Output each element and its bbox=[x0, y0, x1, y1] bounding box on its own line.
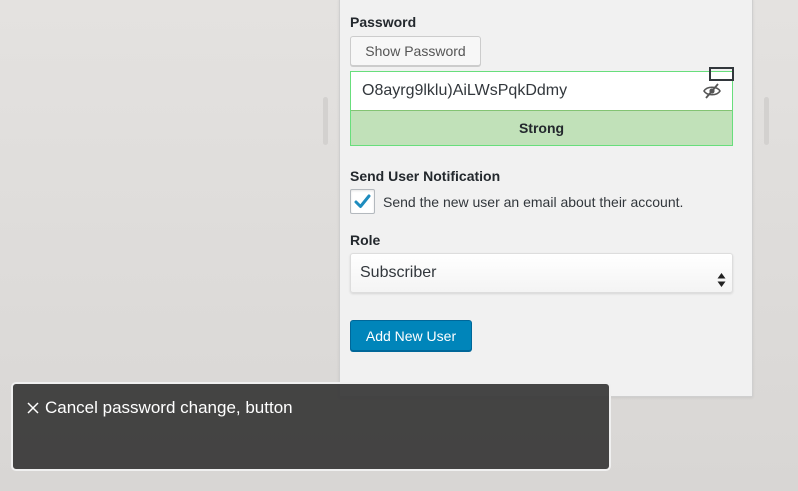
send-notification-label: Send User Notification bbox=[350, 168, 501, 184]
password-field-wrapper: Strong bbox=[350, 71, 733, 146]
send-notification-checkbox-label[interactable]: Send the new user an email about their a… bbox=[383, 194, 683, 210]
role-select-value: Subscriber bbox=[360, 264, 437, 281]
sort-arrows-icon bbox=[717, 265, 726, 287]
eye-slash-icon[interactable] bbox=[702, 82, 722, 100]
password-strength-meter: Strong bbox=[351, 110, 732, 145]
close-icon bbox=[27, 399, 39, 414]
password-label: Password bbox=[350, 14, 417, 30]
add-user-form-panel: Password Show Password Strong Send User … bbox=[339, 0, 753, 397]
password-input[interactable] bbox=[351, 72, 732, 110]
send-notification-checkbox[interactable] bbox=[350, 189, 375, 214]
left-edge-handle bbox=[323, 97, 328, 145]
right-edge-handle bbox=[764, 97, 769, 145]
role-select[interactable]: Subscriber bbox=[350, 253, 733, 293]
role-label: Role bbox=[350, 232, 381, 248]
show-password-button[interactable]: Show Password bbox=[350, 36, 481, 66]
add-new-user-button[interactable]: Add New User bbox=[350, 320, 472, 351]
focus-ring bbox=[709, 67, 734, 81]
checkmark-icon bbox=[354, 194, 371, 208]
voiceover-caption-text: Cancel password change, button bbox=[45, 398, 293, 417]
voiceover-caption-panel: Cancel password change, button bbox=[11, 382, 611, 471]
send-notification-row: Send the new user an email about their a… bbox=[350, 189, 683, 214]
